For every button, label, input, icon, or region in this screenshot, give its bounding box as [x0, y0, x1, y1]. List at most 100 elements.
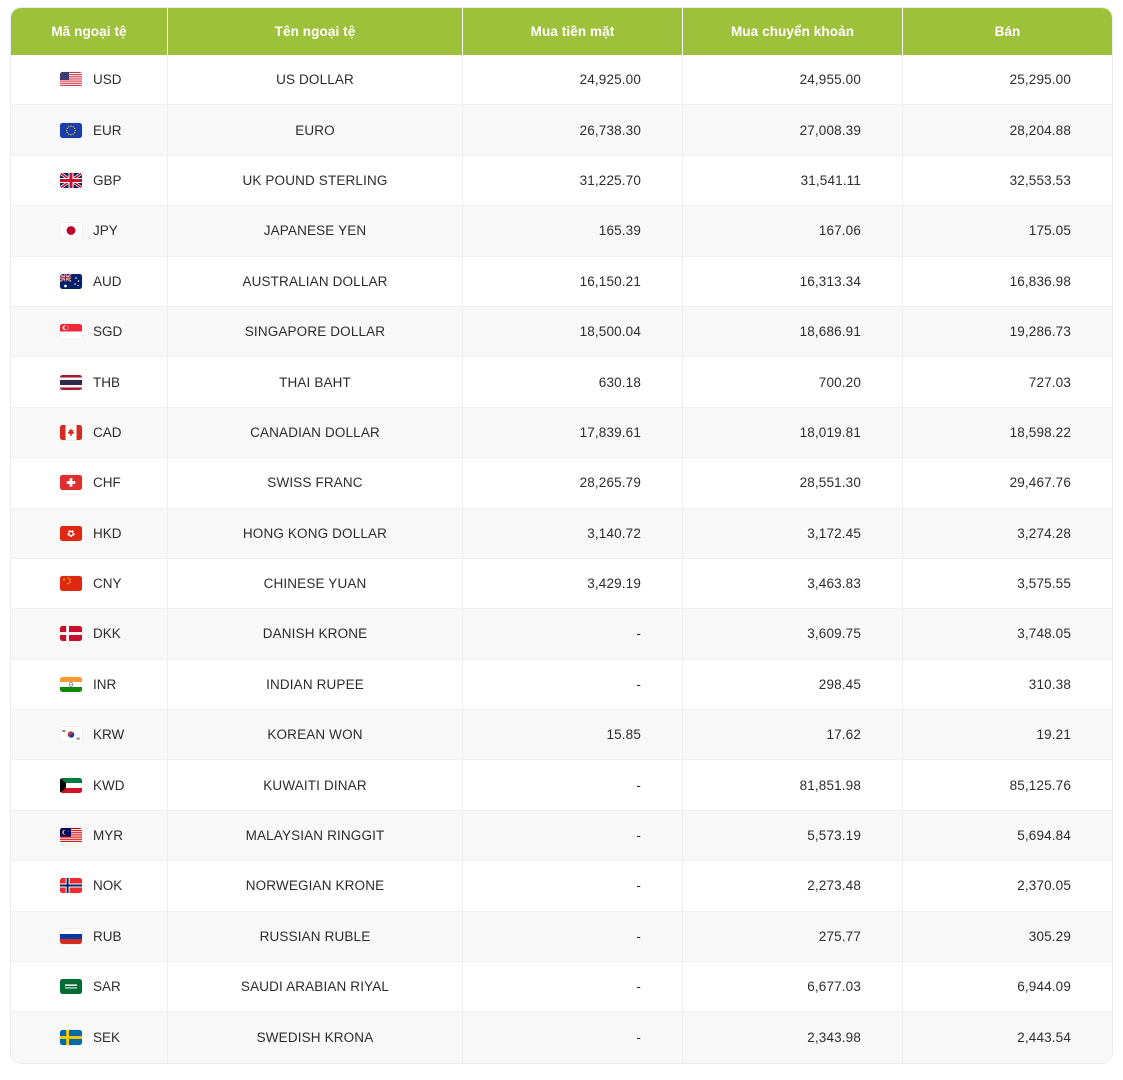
cell-currency-name: KOREAN WON: [168, 710, 463, 761]
cell-buy-cash: 16,150.21: [463, 256, 683, 307]
table-row[interactable]: NOK NORWEGIAN KRONE -2,273.48 2,370.05: [11, 861, 1112, 912]
currency-code-label: KWD: [93, 777, 125, 793]
cell-currency-name: US DOLLAR: [168, 55, 463, 106]
table-row[interactable]: INR INDIAN RUPEE -298.45 310.38: [11, 659, 1112, 711]
cell-sell: 3,274.28: [903, 509, 1112, 559]
cell-sell: 16,836.98: [903, 257, 1112, 307]
table-row[interactable]: KRW KOREAN WON 15.85 17.62 19.21: [11, 710, 1112, 761]
currency-code-label: THB: [93, 374, 120, 390]
cell-buy-transfer: 3,609.75: [683, 609, 903, 660]
cell-buy-transfer: 24,955.00: [683, 55, 903, 106]
cell-buy-transfer: 27,008.39: [683, 105, 903, 156]
cell-buy-cash: 630.18: [463, 357, 683, 408]
flag-cn-icon: [60, 576, 82, 592]
table-row[interactable]: CHF SWISS FRANC 28,265.79 28,551.30 29,467.7…: [11, 458, 1112, 509]
table-row[interactable]: CAD CANADIAN DOLLAR 17,839.61 18,019.81 18,5…: [11, 407, 1112, 459]
cell-buy-cash: -: [463, 760, 683, 811]
table-row[interactable]: SGD SINGAPORE DOLLAR 18,500.04 18,686.91 19,…: [11, 306, 1112, 358]
table-row[interactable]: GBP UK POUND STERLING 31,225.70 31,541.11 32…: [11, 155, 1112, 207]
cell-buy-cash: -: [463, 609, 683, 660]
cell-buy-cash: 28,265.79: [463, 458, 683, 509]
cell-currency-name: HONG KONG DOLLAR: [168, 508, 463, 559]
table-row[interactable]: CNY CHINESE YUAN 3,429.19 3,463.83 3,575.55: [11, 558, 1112, 610]
table-body: USD US DOLLAR 24,925.00 24,955.00 25,295.00 E…: [11, 55, 1112, 1063]
flag-jp-icon: [60, 223, 82, 239]
column-header-buy-transfer: Mua chuyển khoản: [683, 8, 903, 55]
cell-currency-code: CNY: [11, 558, 168, 610]
cell-currency-code: JPY: [11, 206, 168, 257]
cell-buy-transfer: 6,677.03: [683, 962, 903, 1013]
flag-au-icon: [60, 273, 82, 289]
table-row[interactable]: JPY JAPANESE YEN 165.39 167.06 175.05: [11, 206, 1112, 257]
currency-code-label: CAD: [93, 424, 122, 440]
cell-buy-transfer: 2,273.48: [683, 861, 903, 912]
cell-buy-transfer: 3,172.45: [683, 508, 903, 559]
cell-sell: 19,286.73: [903, 307, 1112, 358]
flag-hk-icon: [60, 525, 82, 541]
cell-buy-cash: -: [463, 1012, 683, 1063]
cell-sell: 3,575.55: [903, 559, 1112, 610]
cell-currency-name: JAPANESE YEN: [168, 206, 463, 257]
cell-currency-name: SWEDISH KRONA: [168, 1012, 463, 1063]
currency-code-label: INR: [93, 676, 117, 692]
cell-currency-name: SINGAPORE DOLLAR: [168, 306, 463, 358]
cell-buy-transfer: 2,343.98: [683, 1012, 903, 1063]
flag-sa-icon: [60, 979, 82, 995]
cell-buy-cash: 26,738.30: [463, 105, 683, 156]
cell-currency-name: CHINESE YUAN: [168, 558, 463, 610]
currency-code-label: KRW: [93, 727, 125, 743]
cell-currency-name: UK POUND STERLING: [168, 155, 463, 207]
cell-currency-name: KUWAITI DINAR: [168, 760, 463, 811]
currency-code-label: MYR: [93, 828, 123, 844]
cell-currency-name: SWISS FRANC: [168, 458, 463, 509]
cell-buy-transfer: 167.06: [683, 206, 903, 257]
exchange-rate-page: Mã ngoại tệ Tên ngoại tệ Mua tiền mặt Mu…: [0, 0, 1123, 1080]
cell-buy-transfer: 3,463.83: [683, 558, 903, 610]
flag-in-icon: [60, 676, 82, 692]
cell-currency-code: NOK: [11, 861, 168, 912]
cell-buy-cash: -: [463, 962, 683, 1013]
cell-buy-cash: 17,839.61: [463, 407, 683, 459]
cell-buy-transfer: 17.62: [683, 710, 903, 761]
table-row[interactable]: MYR MALAYSIAN RINGGIT -5,573.19 5,694.84: [11, 810, 1112, 862]
currency-code-label: RUB: [93, 928, 122, 944]
currency-code-label: HKD: [93, 525, 122, 541]
cell-currency-code: KRW: [11, 710, 168, 761]
cell-sell: 305.29: [903, 912, 1112, 963]
table-row[interactable]: SAR SAUDI ARABIAN RIYAL -6,677.03 6,944.09: [11, 962, 1112, 1013]
cell-currency-name: THAI BAHT: [168, 357, 463, 408]
table-header-row: Mã ngoại tệ Tên ngoại tệ Mua tiền mặt Mu…: [11, 8, 1112, 55]
cell-buy-cash: -: [463, 911, 683, 963]
currency-code-label: NOK: [93, 878, 123, 894]
table-row[interactable]: RUB RUSSIAN RUBLE -275.77 305.29: [11, 911, 1112, 963]
cell-buy-cash: -: [463, 861, 683, 912]
table-row[interactable]: EUR EURO 26,738.30 27,008.39 28,204.88: [11, 105, 1112, 156]
cell-currency-code: MYR: [11, 810, 168, 862]
flag-sg-icon: [60, 324, 82, 340]
cell-buy-cash: -: [463, 810, 683, 862]
table-row[interactable]: USD US DOLLAR 24,925.00 24,955.00 25,295.00: [11, 55, 1112, 106]
table-row[interactable]: DKK DANISH KRONE -3,609.75 3,748.05: [11, 609, 1112, 660]
table-row[interactable]: AUD AUSTRALIAN DOLLAR 16,150.21 16,313.34 16…: [11, 256, 1112, 307]
cell-buy-transfer: 275.77: [683, 911, 903, 963]
table-header: Mã ngoại tệ Tên ngoại tệ Mua tiền mặt Mu…: [11, 8, 1112, 55]
table-row[interactable]: HKD HONG KONG DOLLAR 3,140.72 3,172.45 3,274…: [11, 508, 1112, 559]
cell-sell: 5,694.84: [903, 811, 1112, 862]
flag-kw-icon: [60, 777, 82, 793]
table-row[interactable]: KWD KUWAITI DINAR -81,851.98 85,125.76: [11, 760, 1112, 811]
cell-buy-cash: 15.85: [463, 710, 683, 761]
currency-code-label: SAR: [93, 979, 121, 995]
cell-sell: 3,748.05: [903, 609, 1112, 660]
table-row[interactable]: THB THAI BAHT 630.18 700.20 727.03: [11, 357, 1112, 408]
cell-buy-transfer: 31,541.11: [683, 155, 903, 207]
cell-buy-cash: 31,225.70: [463, 155, 683, 207]
cell-currency-code: USD: [11, 55, 168, 106]
flag-dk-icon: [60, 626, 82, 642]
column-header-currency-code: Mã ngoại tệ: [11, 8, 168, 55]
cell-buy-transfer: 81,851.98: [683, 760, 903, 811]
cell-currency-code: DKK: [11, 609, 168, 660]
cell-sell: 85,125.76: [903, 760, 1112, 811]
cell-currency-code: RUB: [11, 911, 168, 963]
table-row[interactable]: SEK SWEDISH KRONA -2,343.98 2,443.54: [11, 1012, 1112, 1063]
flag-ch-icon: [60, 475, 82, 491]
